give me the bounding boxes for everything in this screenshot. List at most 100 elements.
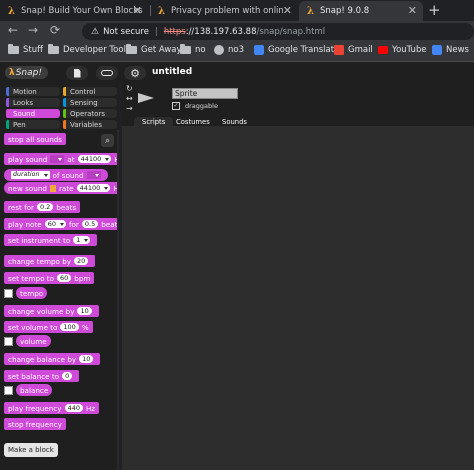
category-pen[interactable]: Pen (6, 120, 60, 129)
warning-icon[interactable]: ⚠ (91, 27, 99, 37)
tab-sounds[interactable]: Sounds (214, 117, 255, 126)
block-set-tempo[interactable]: set tempo to 60 bpm (4, 272, 95, 284)
category-label: Variables (70, 120, 102, 129)
palette-scrollbar[interactable] (117, 130, 119, 470)
hz-input[interactable]: 44100 (77, 155, 112, 163)
category-variables[interactable]: Variables (63, 120, 117, 129)
category-sensing[interactable]: Sensing (63, 98, 117, 107)
draggable-label: draggable (185, 102, 218, 110)
volume-watcher-checkbox[interactable] (4, 337, 13, 346)
snap-logo-button[interactable]: λ Snap! (5, 66, 48, 79)
back-arrow-icon[interactable]: ← (8, 23, 18, 37)
block-change-tempo[interactable]: change tempo by 20 (4, 255, 96, 267)
globe-icon (214, 45, 224, 55)
project-title: untitled (152, 67, 193, 77)
sound-dropdown[interactable] (50, 155, 65, 163)
category-sound[interactable]: Sound (6, 109, 60, 118)
bookmark-label: Stuff (23, 45, 43, 55)
security-status[interactable]: Not secure (103, 27, 149, 37)
tab-costumes[interactable]: Costumes (168, 117, 218, 126)
block-play-frequency[interactable]: play frequency 440 Hz (4, 402, 100, 414)
block-set-instrument[interactable]: set instrument to 1 (4, 234, 98, 246)
category-looks[interactable]: Looks (6, 98, 60, 107)
block-play-sound[interactable]: play sound at 44100 Hz (4, 153, 119, 165)
category-swatch (6, 98, 9, 107)
note-input[interactable]: 60 (44, 220, 66, 228)
beats-input[interactable]: 0.5 (81, 220, 99, 228)
bookmark-get-away[interactable]: Get Away (126, 44, 182, 55)
instrument-dropdown[interactable]: 1 (73, 236, 91, 244)
block-set-balance[interactable]: set balance to 0 (4, 370, 80, 382)
tab-title: Snap! 9.0.8 (320, 6, 370, 16)
block-duration-of-sound[interactable]: duration of sound (4, 169, 108, 181)
bookmark-no[interactable]: no (180, 44, 206, 55)
make-a-block-button[interactable]: Make a block (4, 443, 58, 457)
category-operators[interactable]: Operators (63, 109, 117, 118)
tempo-input[interactable]: 60 (56, 274, 72, 282)
browser-tab-1[interactable]: λ Snap! Build Your Own Blocks ✕ (0, 1, 148, 21)
volume-input[interactable]: 10 (77, 307, 92, 315)
block-balance-reporter[interactable]: balance (16, 384, 53, 396)
close-tab-icon[interactable]: ✕ (133, 4, 142, 17)
tempo-input[interactable]: 20 (74, 257, 89, 265)
address-bar[interactable]: ⚠ Not secure | https ://138.197.63.88 /s… (82, 23, 474, 40)
new-tab-button[interactable]: + (428, 1, 441, 19)
block-new-sound[interactable]: new sound rate 44100 Hz (4, 182, 119, 194)
bookmark-no3[interactable]: no3 (214, 45, 244, 55)
block-volume-reporter[interactable]: volume (16, 335, 51, 347)
category-label: Operators (70, 109, 105, 118)
block-rest-for[interactable]: rest for 0.2 beats (4, 201, 81, 213)
browser-tab-3[interactable]: λ Snap! 9.0.8 ✕ (299, 1, 423, 21)
close-tab-icon[interactable]: ✕ (283, 4, 292, 17)
snap-top-bar: λ Snap! ⚙ untitled (0, 62, 474, 84)
beats-input[interactable]: 0.2 (36, 203, 54, 211)
rate-input[interactable]: 44100 (76, 184, 111, 192)
block-label: set instrument to (8, 235, 71, 245)
volume-input[interactable]: 100 (60, 323, 79, 331)
settings-menu-button[interactable]: ⚙ (124, 66, 146, 80)
browser-toolbar: ← → ⟳ ⚠ Not secure | https ://138.197.63… (0, 21, 474, 42)
frequency-input[interactable]: 440 (64, 404, 83, 412)
category-motion[interactable]: Motion (6, 87, 60, 96)
balance-watcher-checkbox[interactable] (4, 386, 13, 395)
balance-input[interactable]: 0 (62, 372, 73, 380)
url-host: ://138.197.63.88 (185, 26, 257, 37)
block-label: of sound (52, 170, 84, 180)
bookmark-news[interactable]: News (432, 45, 469, 55)
category-swatch (6, 120, 9, 129)
forward-arrow-icon[interactable]: → (28, 23, 38, 37)
block-change-balance[interactable]: change balance by 10 (4, 353, 101, 365)
block-tempo-reporter[interactable]: tempo (16, 287, 48, 299)
browser-tab-2[interactable]: λ Privacy problem with online editor ✕ (150, 1, 298, 21)
balance-input[interactable]: 10 (79, 355, 94, 363)
flip-style-icon[interactable]: ↔ (126, 94, 133, 103)
close-tab-icon[interactable]: ✕ (408, 4, 417, 17)
scripting-area[interactable] (122, 126, 474, 470)
no-rotate-icon[interactable]: → (126, 104, 133, 113)
search-blocks-button[interactable]: ⌕ (101, 134, 114, 147)
block-stop-all-sounds[interactable]: stop all sounds (4, 133, 67, 145)
block-play-note[interactable]: play note 60 for 0.5 beats (4, 218, 119, 230)
block-set-volume[interactable]: set volume to 100 % (4, 321, 93, 333)
rotate-style-icon[interactable]: ↻ (126, 84, 133, 93)
bookmark-gmail[interactable]: Gmail (334, 45, 373, 55)
category-control[interactable]: Control (63, 87, 117, 96)
reload-icon[interactable]: ⟳ (50, 23, 60, 37)
cloud-menu-button[interactable] (96, 66, 118, 80)
sprite-name-input[interactable]: Sprite (172, 88, 238, 99)
file-menu-button[interactable] (66, 66, 88, 80)
draggable-checkbox[interactable]: ✓ (172, 102, 180, 110)
category-label: Sound (13, 109, 36, 118)
category-swatch (6, 87, 9, 96)
bookmark-stuff[interactable]: Stuff (8, 44, 43, 55)
bookmark-developer-tools[interactable]: Developer Tools (48, 44, 130, 55)
bookmark-google-translate[interactable]: Google Translate (254, 45, 339, 55)
attribute-dropdown[interactable]: duration (11, 171, 50, 179)
sound-dropdown[interactable] (86, 171, 101, 179)
block-stop-frequency[interactable]: stop frequency (4, 418, 66, 430)
block-label: change tempo by (8, 256, 72, 266)
block-label: balance (20, 385, 49, 395)
tempo-watcher-checkbox[interactable] (4, 289, 13, 298)
bookmark-youtube[interactable]: YouTube (378, 45, 427, 55)
block-change-volume[interactable]: change volume by 10 (4, 305, 99, 317)
